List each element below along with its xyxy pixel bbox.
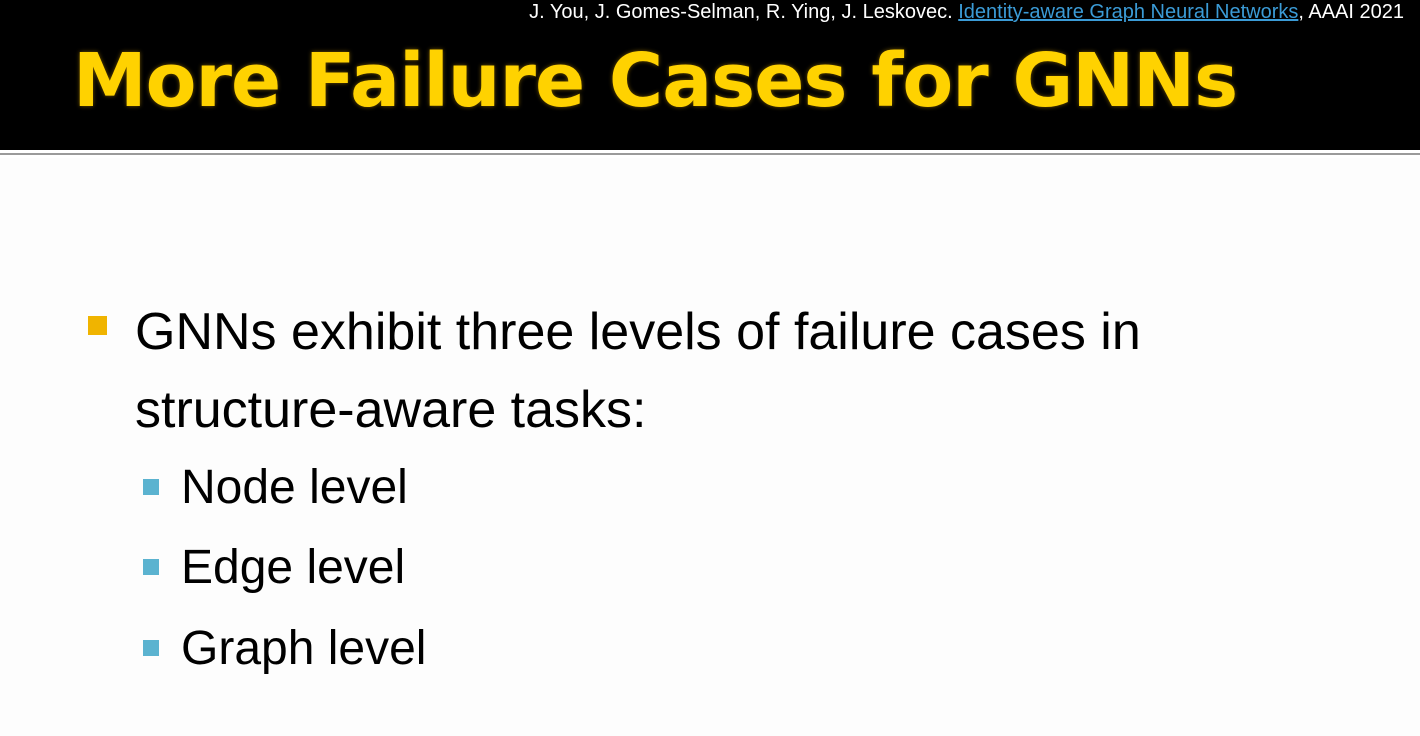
slide-title: More Failure Cases for GNNs bbox=[73, 38, 1238, 124]
paper-link[interactable]: Identity-aware Graph Neural Networks bbox=[958, 1, 1298, 23]
citation-authors: J. You, J. Gomes-Selman, R. Ying, J. Les… bbox=[529, 1, 953, 23]
blue-square-bullet-icon bbox=[143, 640, 159, 656]
blue-square-bullet-icon bbox=[143, 559, 159, 575]
sub-bullet-graph-level: Graph level bbox=[141, 619, 741, 689]
sub-bullet-text: Graph level bbox=[181, 622, 427, 675]
citation: J. You, J. Gomes-Selman, R. Ying, J. Les… bbox=[529, 0, 1404, 24]
orange-square-bullet-icon bbox=[88, 316, 107, 335]
slide-header: J. You, J. Gomes-Selman, R. Ying, J. Les… bbox=[0, 0, 1420, 150]
header-divider bbox=[0, 150, 1420, 158]
sub-bullet-text: Edge level bbox=[181, 541, 406, 594]
blue-square-bullet-icon bbox=[143, 479, 159, 495]
slide: J. You, J. Gomes-Selman, R. Ying, J. Les… bbox=[0, 0, 1420, 736]
sub-bullet-text: Node level bbox=[181, 461, 408, 514]
citation-venue: , AAAI 2021 bbox=[1298, 1, 1404, 23]
sub-bullet-edge-level: Edge level bbox=[141, 538, 741, 608]
main-bullet-text: GNNs exhibit three levels of failure cas… bbox=[135, 303, 1141, 439]
sub-bullet-node-level: Node level bbox=[141, 458, 741, 528]
